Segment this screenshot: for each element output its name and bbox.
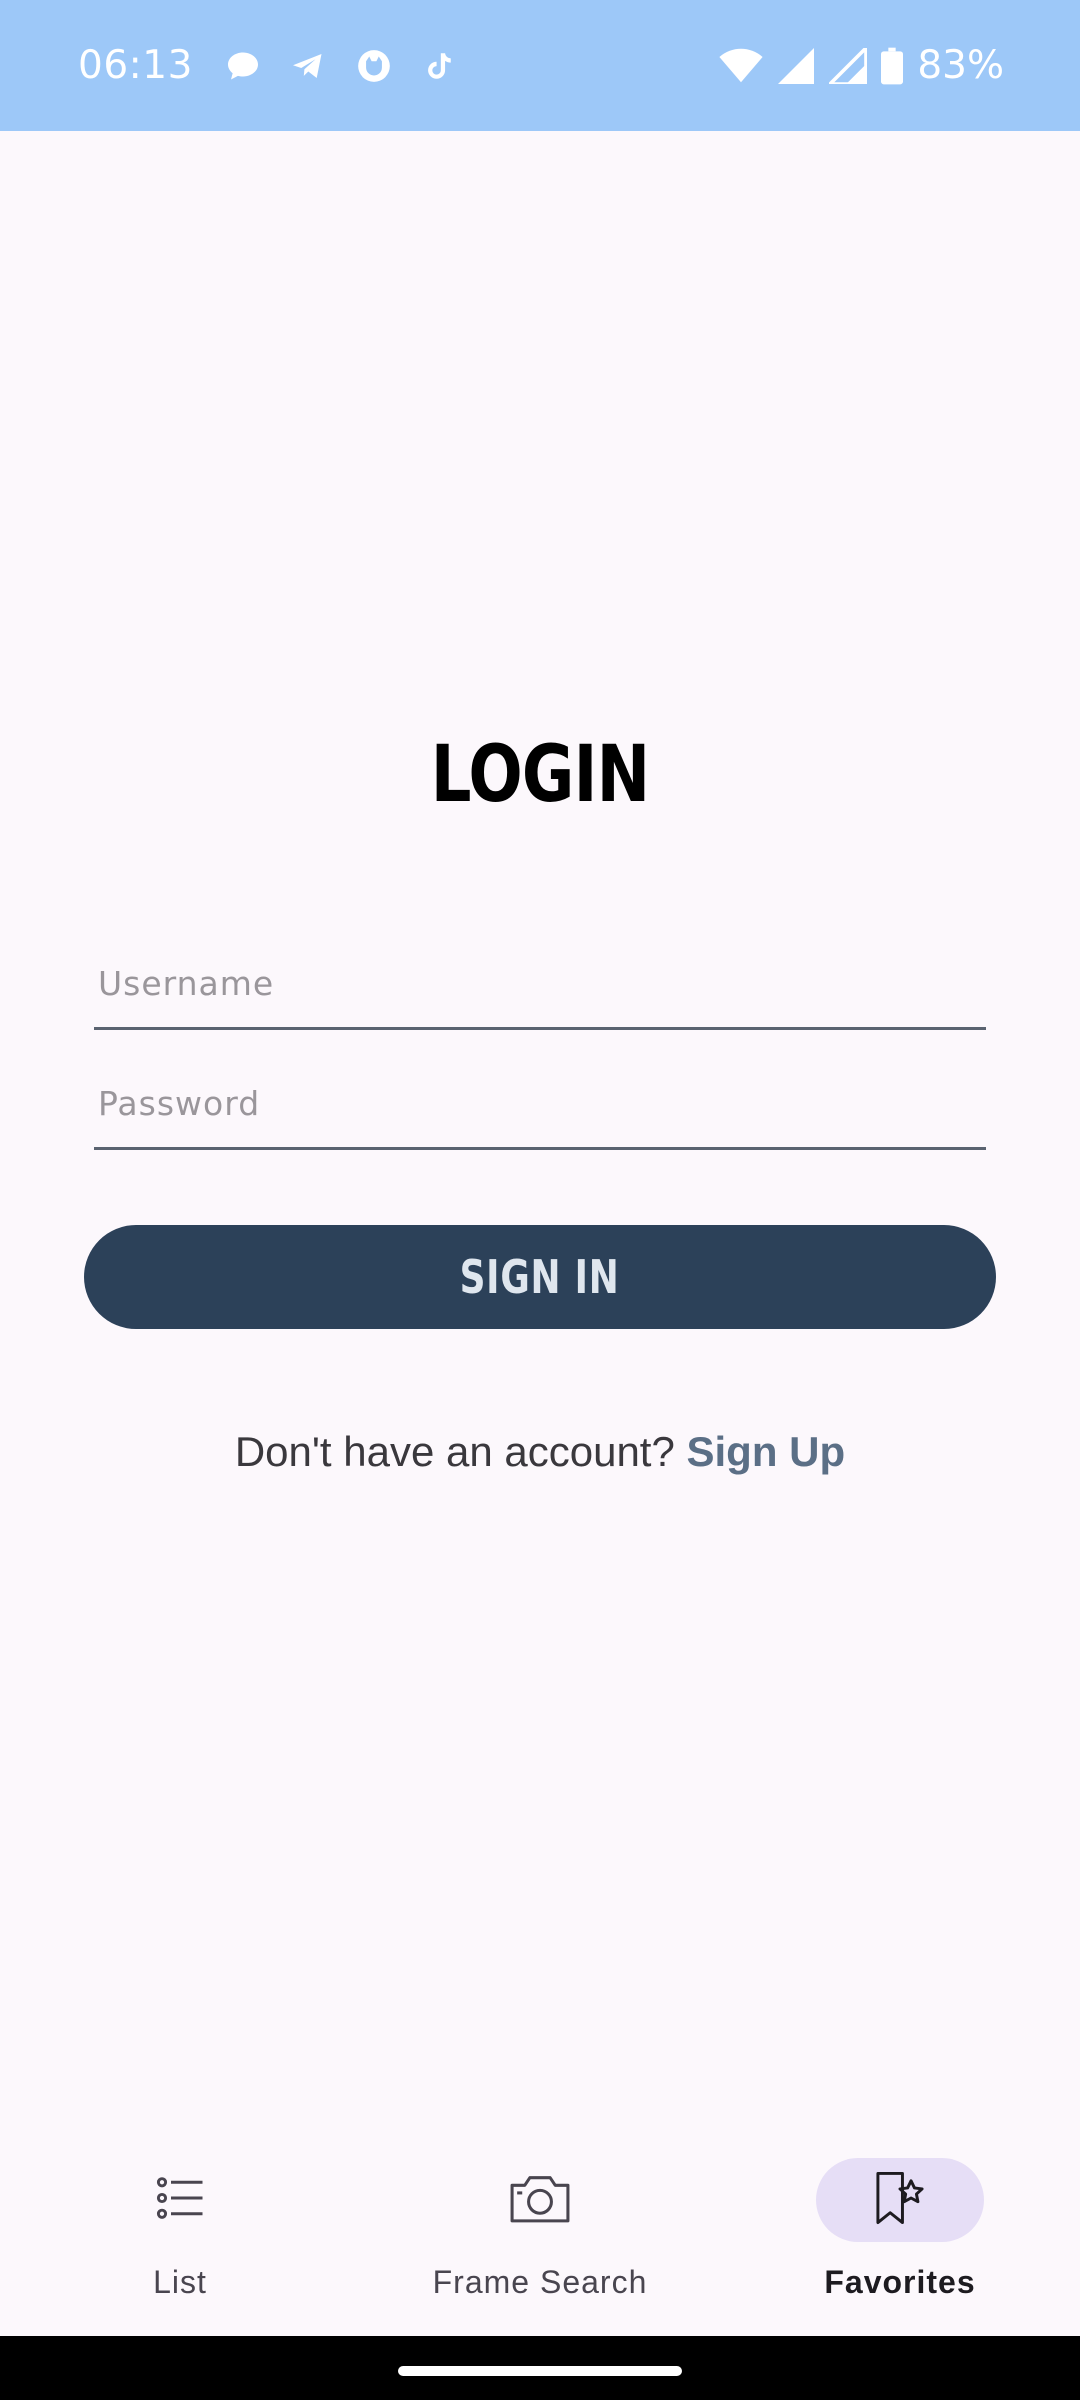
- password-field-container: [94, 1060, 986, 1150]
- bookmark-star-icon: [873, 2168, 927, 2232]
- nav-label-frame-search: Frame Search: [432, 2264, 648, 2300]
- battery-icon: [881, 47, 904, 85]
- camera-icon: [507, 2169, 573, 2231]
- sign-in-label: SIGN IN: [459, 1250, 620, 1304]
- gesture-handle[interactable]: [398, 2366, 682, 2376]
- wifi-icon: [719, 48, 763, 84]
- password-field[interactable]: [94, 1060, 986, 1147]
- username-field-container: [94, 940, 986, 1030]
- battery-percentage: 83%: [917, 43, 1004, 88]
- tiktok-icon: [421, 46, 455, 86]
- status-time: 06:13: [78, 43, 193, 88]
- status-bar: 06:13 83%: [0, 0, 1080, 131]
- nav-item-list[interactable]: List: [0, 2130, 360, 2336]
- nav-icon-container: [456, 2158, 624, 2242]
- chat-bubble-icon: [225, 48, 261, 84]
- nav-icon-container: [96, 2158, 264, 2242]
- nav-item-frame-search[interactable]: Frame Search: [360, 2130, 720, 2336]
- bottom-navigation: List Frame Search Favorites: [0, 2130, 1080, 2336]
- cat-app-icon: [355, 47, 393, 85]
- username-field[interactable]: [94, 940, 986, 1027]
- nav-icon-container: [816, 2158, 984, 2242]
- nav-item-favorites[interactable]: Favorites: [720, 2130, 1080, 2336]
- no-account-text: Don't have an account?: [234, 1428, 675, 1475]
- page-title: LOGIN: [430, 730, 650, 820]
- status-left: 06:13: [78, 43, 483, 88]
- telegram-icon: [289, 48, 327, 84]
- nav-label-favorites: Favorites: [824, 2264, 976, 2300]
- nav-label-list: List: [153, 2264, 207, 2300]
- status-right: 83%: [719, 43, 1004, 88]
- list-icon: [153, 2171, 207, 2229]
- signal-icon: [829, 47, 868, 84]
- sign-up-link[interactable]: Sign Up: [687, 1428, 846, 1475]
- sign-up-prompt: Don't have an account? Sign Up: [0, 1428, 1080, 1476]
- sign-in-button[interactable]: SIGN IN: [84, 1225, 996, 1329]
- signal-icon: [777, 47, 815, 84]
